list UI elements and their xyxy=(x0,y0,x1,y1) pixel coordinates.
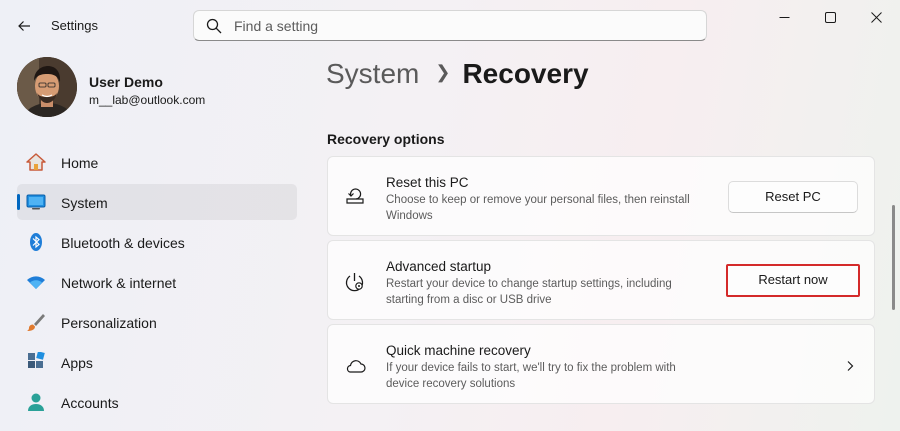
maximize-button[interactable] xyxy=(807,0,853,34)
restart-now-button[interactable]: Restart now xyxy=(726,264,860,297)
sidebar-item-apps[interactable]: Apps xyxy=(17,344,297,380)
accounts-icon xyxy=(28,393,44,411)
home-icon xyxy=(26,153,46,171)
wifi-icon xyxy=(27,276,45,289)
sidebar-item-personalization[interactable]: Personalization xyxy=(17,304,297,340)
user-name: User Demo xyxy=(89,74,163,90)
user-email: m__lab@outlook.com xyxy=(89,93,206,107)
card-description: Restart your device to change startup se… xyxy=(386,278,672,306)
cloud-icon xyxy=(346,360,366,373)
reset-pc-button[interactable]: Reset PC xyxy=(728,181,858,213)
back-button[interactable] xyxy=(10,12,38,40)
sidebar-item-label: Bluetooth & devices xyxy=(61,235,185,251)
back-arrow-icon xyxy=(18,21,30,31)
close-button[interactable] xyxy=(853,0,899,34)
card-title: Advanced startup xyxy=(386,259,492,274)
search-input[interactable] xyxy=(234,16,694,36)
avatar xyxy=(17,57,77,117)
minimize-button[interactable] xyxy=(761,0,807,34)
sidebar-item-accounts[interactable]: Accounts xyxy=(17,384,297,420)
apps-icon xyxy=(28,352,45,368)
breadcrumb-parent-system[interactable]: System xyxy=(326,58,419,89)
card-description: Choose to keep or remove your personal f… xyxy=(386,194,690,222)
card-description: If your device fails to start, we'll try… xyxy=(386,362,676,390)
card-title: Quick machine recovery xyxy=(386,343,531,358)
reset-pc-icon xyxy=(346,188,364,204)
card-title: Reset this PC xyxy=(386,175,469,190)
scrollbar-thumb[interactable] xyxy=(892,205,895,310)
sidebar-item-label: Apps xyxy=(61,355,93,371)
breadcrumb: System ❯ Recovery xyxy=(326,58,589,90)
active-indicator xyxy=(17,194,20,210)
system-icon xyxy=(26,194,46,210)
minimize-icon xyxy=(779,16,789,18)
sidebar-item-label: Accounts xyxy=(61,395,119,411)
breadcrumb-chevron-icon: ❯ xyxy=(435,62,451,82)
section-heading: Recovery options xyxy=(327,131,445,147)
search-box[interactable] xyxy=(193,10,707,41)
sidebar-item-label: Personalization xyxy=(61,315,157,331)
advanced-startup-card: Advanced startup Restart your device to … xyxy=(327,240,875,320)
chevron-right-icon xyxy=(847,361,854,371)
sidebar-item-label: Home xyxy=(61,155,99,171)
sidebar-item-label: System xyxy=(61,195,108,211)
page-title: Recovery xyxy=(462,58,589,89)
sidebar-item-bluetooth[interactable]: Bluetooth & devices xyxy=(17,224,297,260)
search-icon xyxy=(206,18,222,34)
sidebar-item-home[interactable]: Home xyxy=(17,144,297,180)
sidebar-item-network[interactable]: Network & internet xyxy=(17,264,297,300)
title-bar: Settings xyxy=(0,0,900,48)
app-title: Settings xyxy=(51,18,98,33)
bluetooth-icon xyxy=(30,233,42,251)
maximize-icon xyxy=(824,11,836,23)
sidebar-item-label: Network & internet xyxy=(61,275,177,291)
brush-icon xyxy=(27,314,45,331)
sidebar-item-system[interactable]: System xyxy=(17,184,297,220)
quick-machine-recovery-card[interactable]: Quick machine recovery If your device fa… xyxy=(327,324,875,404)
close-icon xyxy=(870,11,882,23)
advanced-startup-icon xyxy=(345,273,364,292)
reset-pc-card: Reset this PC Choose to keep or remove y… xyxy=(327,156,875,236)
